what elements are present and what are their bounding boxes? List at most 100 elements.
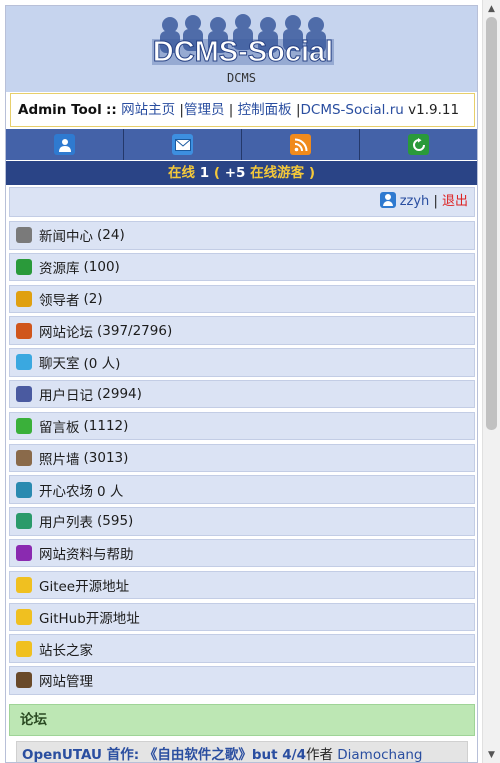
user-icon bbox=[379, 192, 396, 208]
username-link[interactable]: zzyh bbox=[400, 194, 430, 209]
mail-button[interactable] bbox=[124, 129, 242, 160]
pipe-separator: | bbox=[228, 102, 234, 118]
mail-icon bbox=[172, 134, 193, 155]
admin-icon bbox=[16, 672, 32, 689]
menu-item[interactable]: 用户日记 (2994) bbox=[9, 379, 475, 409]
guest-count: +5 bbox=[224, 165, 246, 181]
scrollbar-thumb[interactable] bbox=[486, 17, 497, 430]
refresh-button[interactable] bbox=[360, 129, 477, 160]
help-icon bbox=[16, 545, 32, 562]
user-icon bbox=[54, 134, 75, 155]
menu-item-count: (3013) bbox=[83, 449, 129, 466]
folder-icon bbox=[16, 640, 32, 657]
version-text: v1.9.11 bbox=[408, 102, 460, 118]
diary-icon bbox=[16, 386, 32, 403]
menu-item[interactable]: 聊天室 (0 人) bbox=[9, 348, 475, 377]
menu-item[interactable]: 照片墙 (3013) bbox=[9, 443, 475, 473]
forum-heading: 论坛 bbox=[9, 704, 475, 736]
menu-item-label: 用户日记 bbox=[39, 388, 93, 405]
menu-item-label: 网站论坛 bbox=[39, 324, 93, 341]
header: DCMS-Social DCMS bbox=[6, 6, 477, 92]
toolbar bbox=[6, 129, 477, 160]
menu-item-count: 0 人 bbox=[97, 483, 124, 500]
menu-item-label: 资源库 bbox=[39, 261, 80, 278]
farm-icon bbox=[16, 481, 32, 498]
photo-icon bbox=[16, 449, 32, 466]
online-paren-close: ) bbox=[308, 165, 315, 181]
chat-icon bbox=[16, 354, 32, 371]
menu-item-count: (397/2796) bbox=[97, 322, 173, 339]
guests-label: 在线游客 bbox=[250, 165, 305, 181]
logo-text: DCMS-Social bbox=[153, 36, 333, 68]
online-status[interactable]: 在线 1 ( +5 在线游客 ) bbox=[6, 161, 477, 185]
menu-item[interactable]: 新闻中心 (24) bbox=[9, 221, 475, 250]
menu-item[interactable]: 网站论坛 (397/2796) bbox=[9, 316, 475, 345]
forum-post-title[interactable]: OpenUTAU 首作: 《自由软件之歌》but 4/4 bbox=[22, 747, 306, 762]
author-label: 作者 bbox=[305, 747, 333, 763]
menu-item[interactable]: 站长之家 bbox=[9, 634, 475, 663]
refresh-icon bbox=[16, 259, 32, 276]
menu-item[interactable]: 领导者 (2) bbox=[9, 284, 475, 314]
page: DCMS-Social DCMS Admin Tool :: 网站主页 |管理员… bbox=[5, 5, 478, 763]
menu-item-label: 网站管理 bbox=[39, 674, 93, 691]
admin-bar: Admin Tool :: 网站主页 |管理员 | 控制面板 |DCMS-Soc… bbox=[10, 93, 475, 127]
menu-item-count: (100) bbox=[83, 259, 120, 276]
rss-button[interactable] bbox=[242, 129, 360, 160]
news-icon bbox=[16, 227, 32, 244]
profile-button[interactable] bbox=[6, 129, 124, 160]
menu-item-label: 网站资料与帮助 bbox=[39, 547, 134, 564]
menu-item[interactable]: 网站资料与帮助 bbox=[9, 538, 475, 568]
dcms-site-link[interactable]: DCMS-Social.ru bbox=[301, 102, 404, 118]
admins-link[interactable]: 管理员 bbox=[184, 102, 225, 118]
menu-item-count: (595) bbox=[97, 513, 134, 530]
menu-item[interactable]: 用户列表 (595) bbox=[9, 507, 475, 536]
menu-item-label: Gitee开源地址 bbox=[39, 579, 130, 596]
logout-link[interactable]: 退出 bbox=[442, 194, 468, 209]
online-count: 1 bbox=[199, 165, 210, 181]
folder-icon bbox=[16, 577, 32, 594]
user-row: zzyh | 退出 bbox=[9, 187, 475, 217]
user-separator: | bbox=[433, 194, 438, 209]
menu-item-label: 新闻中心 bbox=[39, 229, 93, 246]
admin-tool-title: Admin Tool bbox=[18, 102, 102, 118]
menu-item-label: 聊天室 bbox=[39, 356, 80, 373]
menu-item[interactable]: 资源库 (100) bbox=[9, 252, 475, 282]
scrollbar[interactable]: ▲ ▼ bbox=[482, 0, 500, 763]
folder-icon bbox=[16, 608, 32, 625]
menu-item[interactable]: 留言板 (1112) bbox=[9, 411, 475, 441]
scroll-down-icon[interactable]: ▼ bbox=[483, 746, 500, 763]
menu-item-label: 领导者 bbox=[39, 292, 80, 309]
menu-item-label: 照片墙 bbox=[39, 451, 80, 468]
control-panel-link[interactable]: 控制面板 bbox=[238, 102, 292, 118]
menu-item-count: (0 人) bbox=[83, 356, 121, 373]
main-menu: 新闻中心 (24) 资源库 (100) 领导者 (2) 网站论坛 (397/2796) 聊天室(… bbox=[9, 221, 475, 698]
rss-icon bbox=[290, 134, 311, 155]
online-paren-open: ( bbox=[213, 165, 220, 181]
forum-post-author[interactable]: Diamochang bbox=[337, 747, 422, 762]
site-logo[interactable]: DCMS-Social bbox=[148, 13, 338, 71]
users-icon bbox=[16, 513, 32, 530]
pencil-icon bbox=[16, 322, 32, 339]
menu-item-count: (1112) bbox=[83, 418, 129, 435]
menu-item-label: 用户列表 bbox=[39, 515, 93, 532]
menu-item-count: (24) bbox=[97, 227, 125, 244]
menu-item-label: 留言板 bbox=[39, 420, 80, 437]
menu-item[interactable]: Gitee开源地址 bbox=[9, 570, 475, 600]
admin-separator: :: bbox=[106, 102, 117, 118]
menu-item-label: 站长之家 bbox=[39, 642, 93, 659]
logo-caption: DCMS bbox=[227, 71, 256, 85]
menu-item-label: 开心农场 bbox=[39, 483, 93, 500]
online-label: 在线 bbox=[168, 165, 195, 181]
home-link[interactable]: 网站主页 bbox=[121, 102, 175, 118]
trophy-icon bbox=[16, 290, 32, 307]
menu-item-label: GitHub开源地址 bbox=[39, 610, 140, 627]
scroll-up-icon[interactable]: ▲ bbox=[483, 0, 500, 17]
menu-item[interactable]: GitHub开源地址 bbox=[9, 602, 475, 632]
menu-item-count: (2) bbox=[83, 290, 103, 307]
menu-item[interactable]: 开心农场 0 人 bbox=[9, 475, 475, 504]
menu-item[interactable]: 网站管理 bbox=[9, 666, 475, 695]
note-icon bbox=[16, 418, 32, 435]
refresh-icon bbox=[408, 134, 429, 155]
forum-post-row[interactable]: OpenUTAU 首作: 《自由软件之歌》but 4/4作者 Diamochan… bbox=[16, 741, 468, 763]
menu-item-count: (2994) bbox=[97, 386, 142, 403]
